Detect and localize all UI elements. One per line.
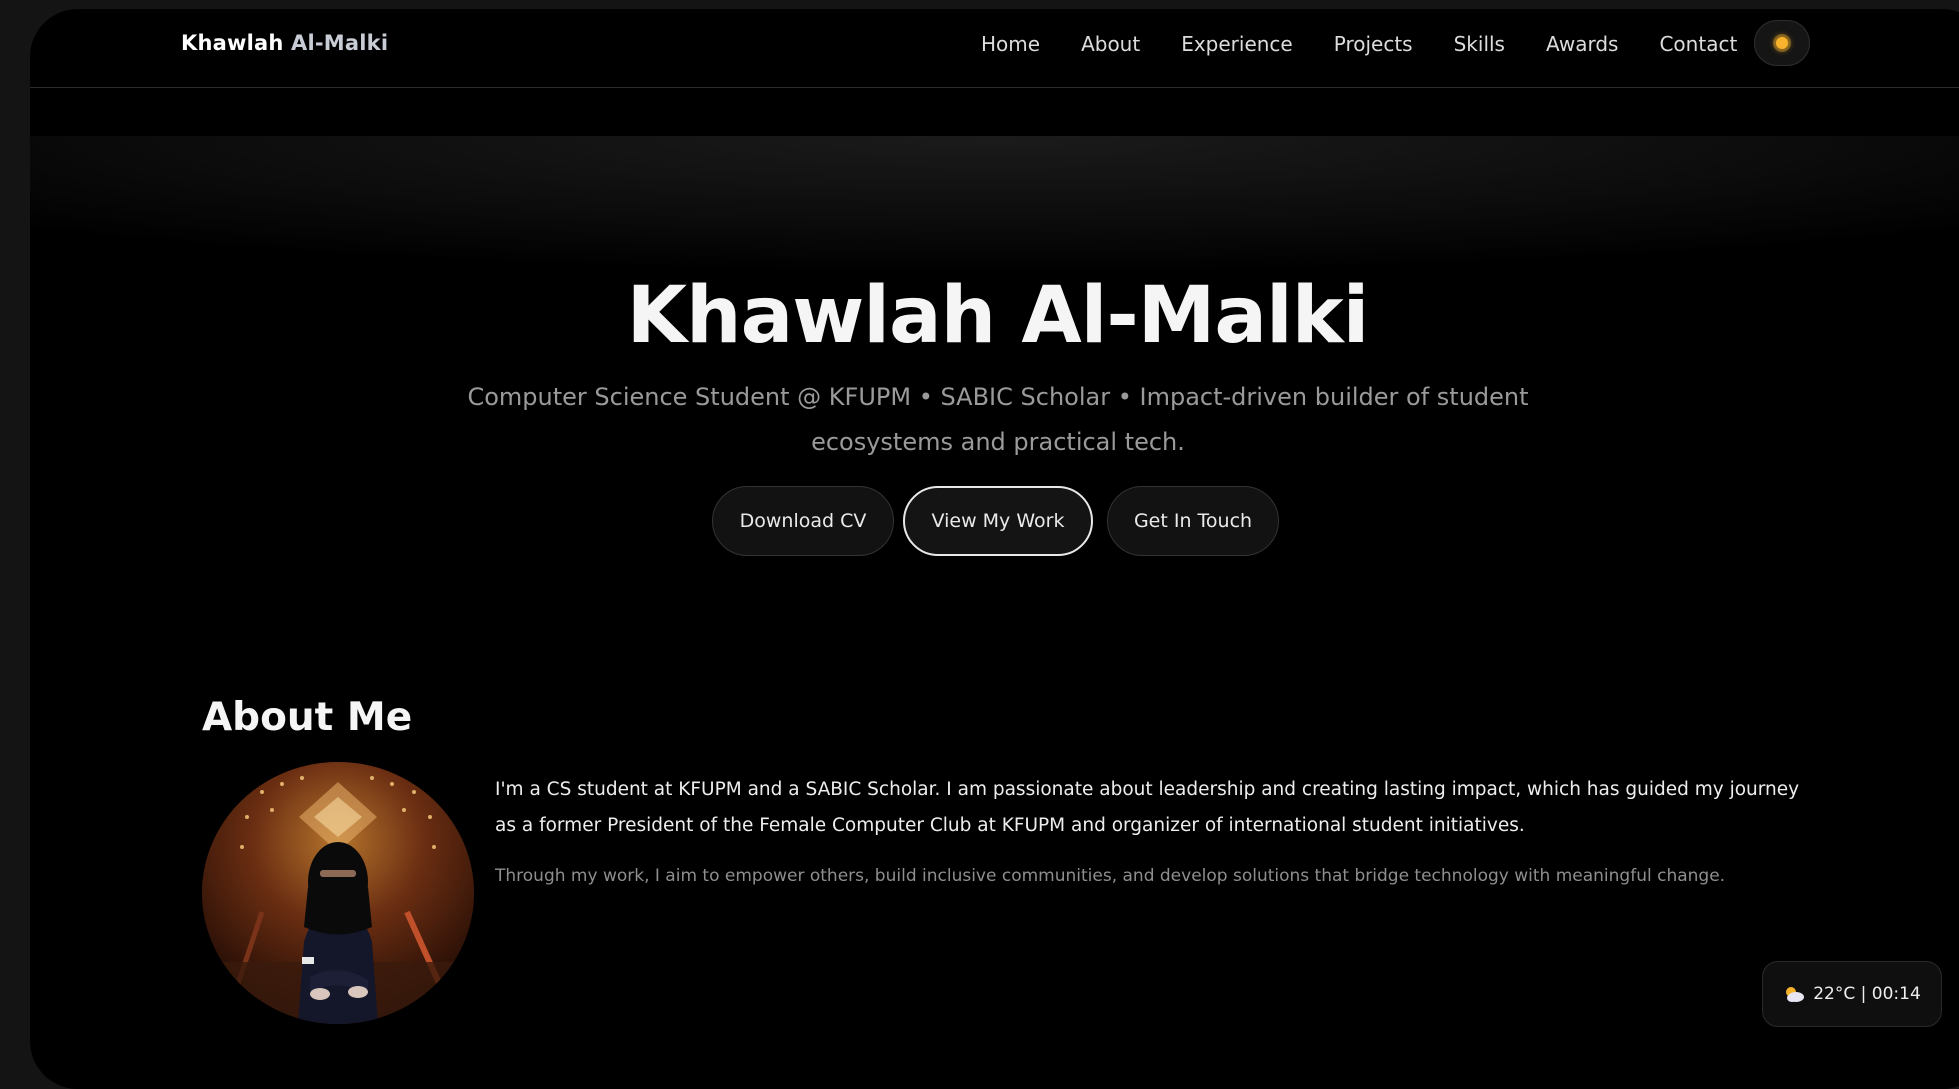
weather-text: 22°C | 00:14 [1813,984,1921,1004]
navbar: Khawlah Al-Malki Home About Experience P… [30,9,1959,88]
nav-link-awards[interactable]: Awards [1546,32,1618,56]
about-paragraph-2: Through my work, I aim to empower others… [495,866,1726,886]
profile-photo-illustration [202,762,474,1024]
nav-link-home[interactable]: Home [981,32,1040,56]
nav-link-skills[interactable]: Skills [1454,32,1505,56]
nav-link-contact[interactable]: Contact [1659,32,1737,56]
about-paragraph-1: I'm a CS student at KFUPM and a SABIC Sc… [495,779,1800,836]
about-title: About Me [202,695,413,740]
nav-links: Home About Experience Projects Skills Aw… [981,32,1778,56]
weather-widget[interactable]: 22°C | 00:14 [1762,961,1942,1027]
view-my-work-button[interactable]: View My Work [903,486,1093,556]
get-in-touch-button[interactable]: Get In Touch [1107,486,1279,556]
sun-icon [1776,37,1788,49]
nav-link-experience[interactable]: Experience [1181,32,1293,56]
nav-link-projects[interactable]: Projects [1334,32,1413,56]
hero-buttons: Download CV View My Work Get In Touch [712,486,1288,556]
hero-subtitle: Computer Science Student @ KFUPM • SABIC… [467,383,1529,456]
profile-photo [202,762,474,1024]
theme-toggle-button[interactable] [1754,20,1810,66]
nav-link-about[interactable]: About [1081,32,1140,56]
brand-logo[interactable]: Khawlah Al-Malki [181,31,388,55]
brand-first-name: Khawlah [181,31,284,55]
brand-last-name: Al-Malki [291,31,389,55]
hero-title: Khawlah Al-Malki [626,271,1370,361]
download-cv-button[interactable]: Download CV [712,486,894,556]
page-frame: Khawlah Al-Malki Home About Experience P… [30,9,1959,1089]
partly-cloudy-icon [1783,985,1805,1003]
